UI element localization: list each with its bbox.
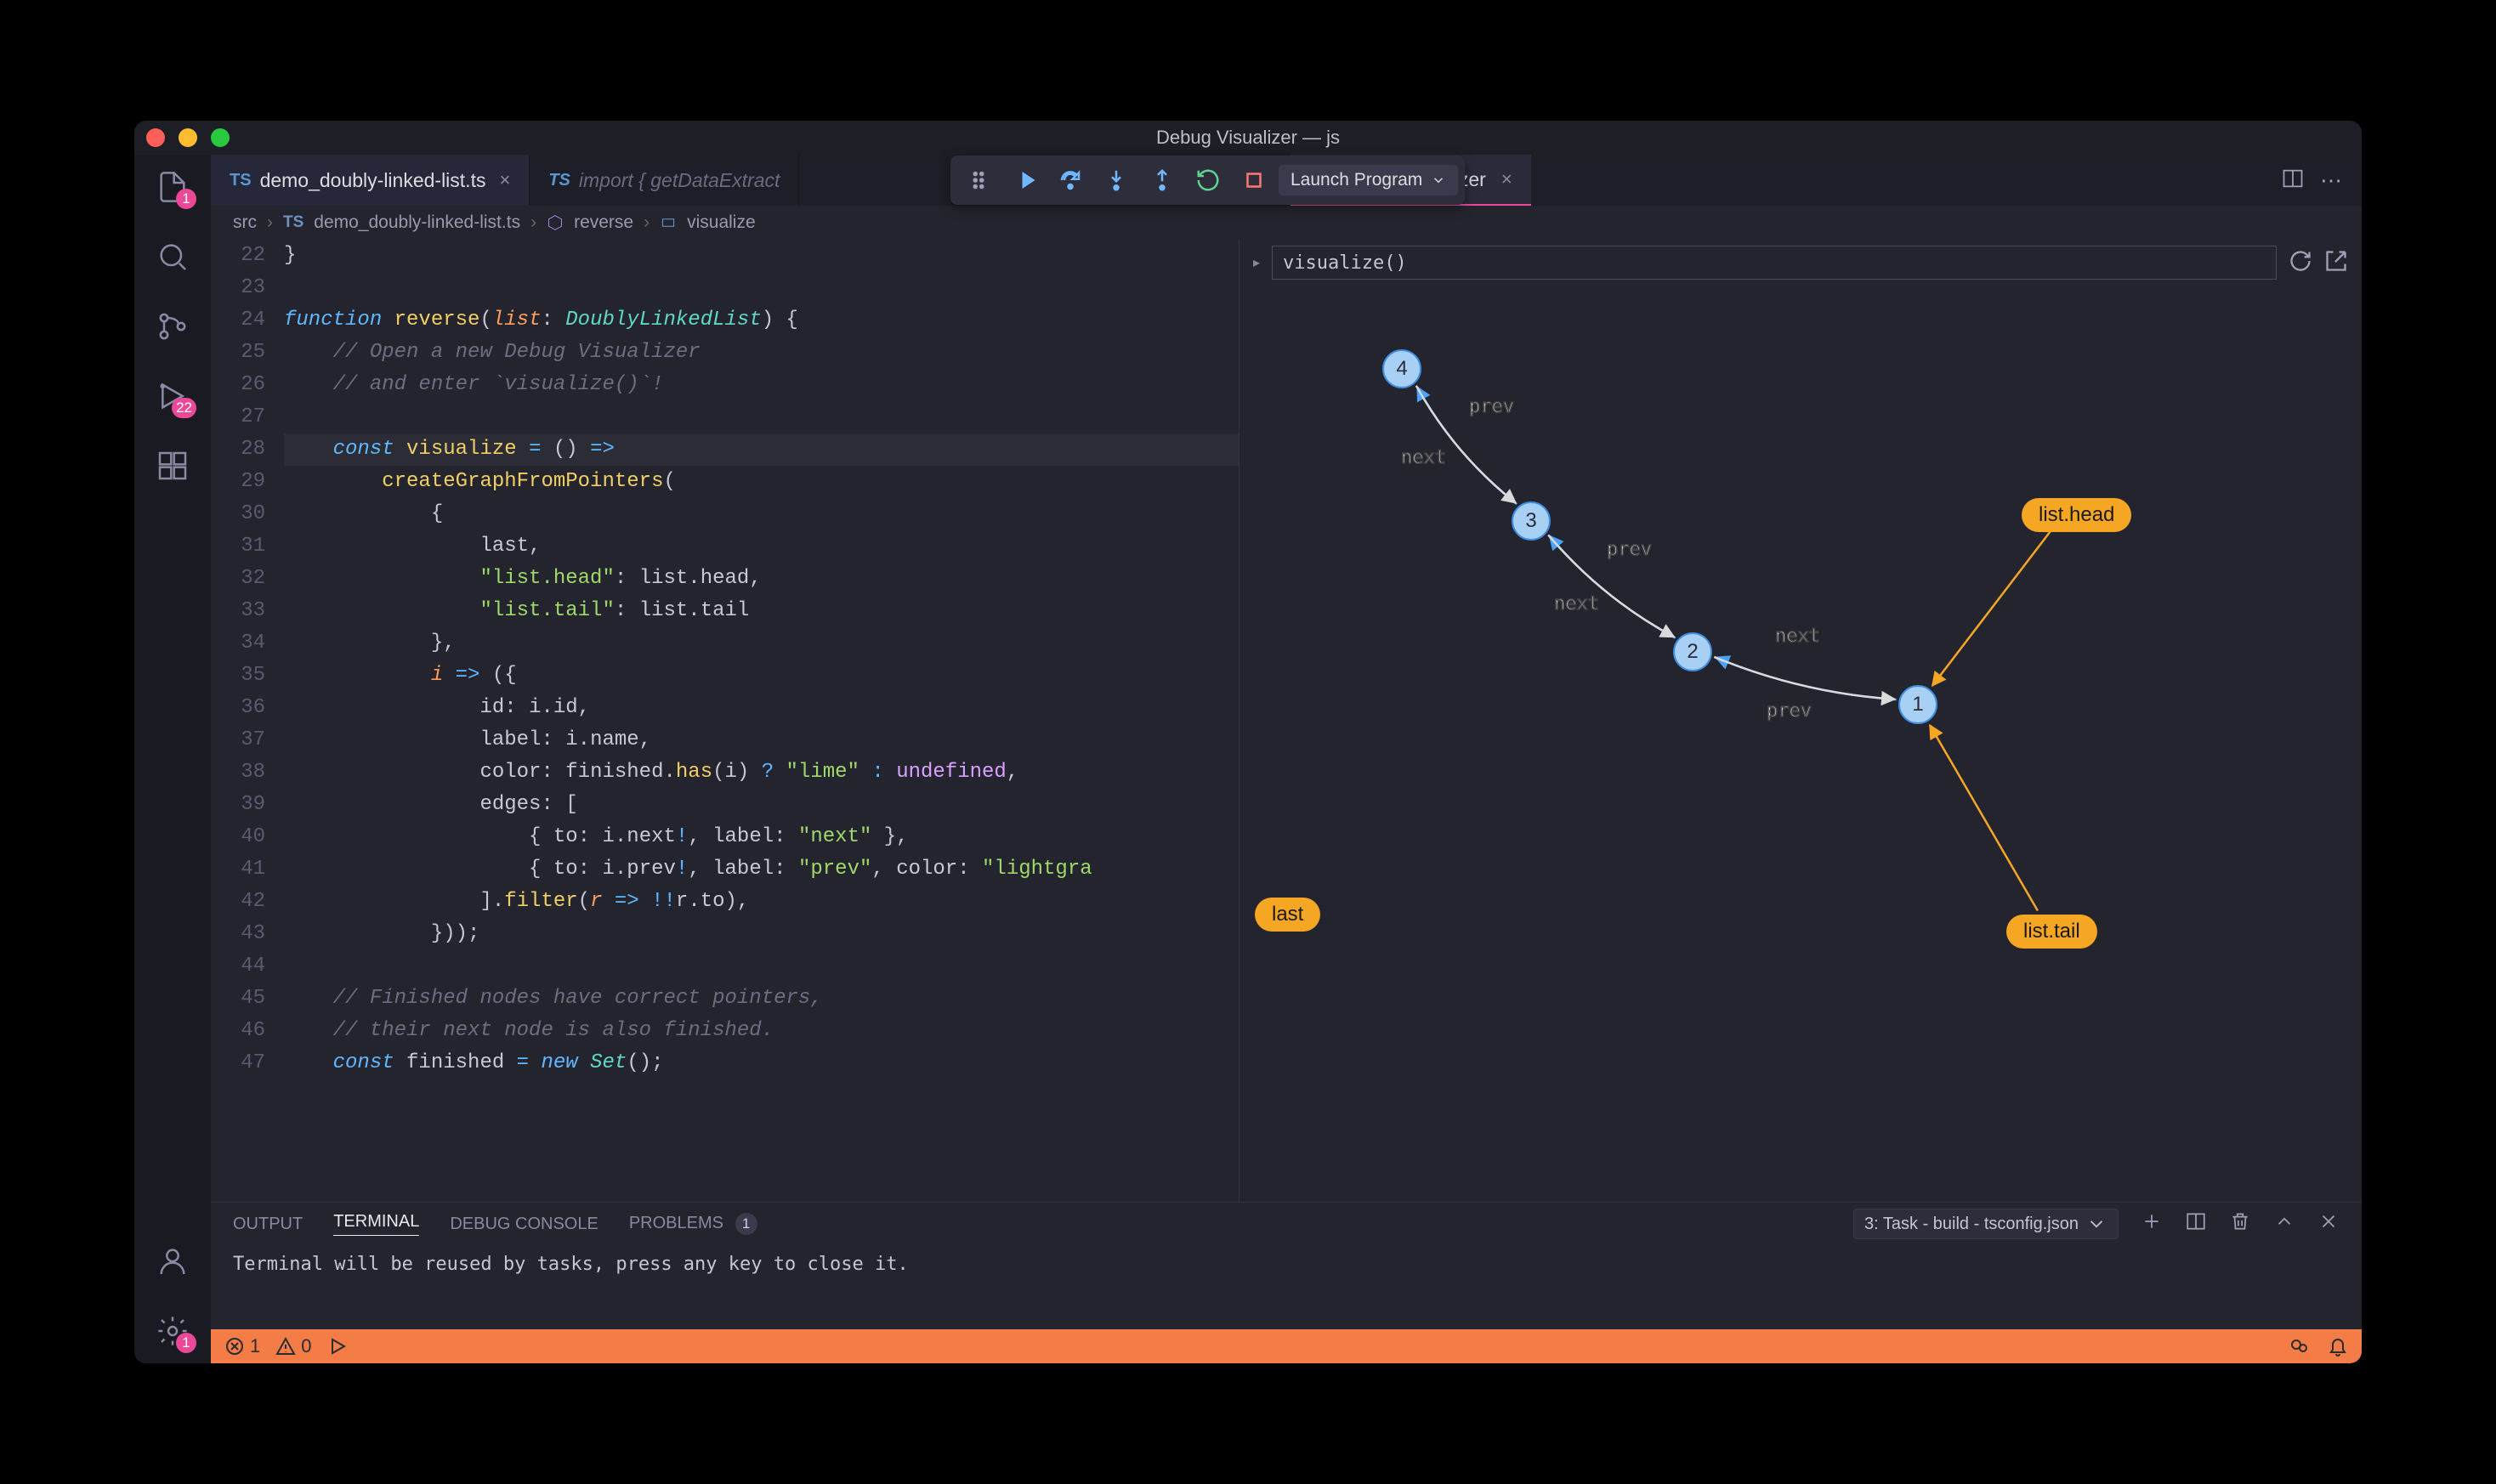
- title-bar: Debug Visualizer — js: [134, 121, 2362, 155]
- source-control-icon[interactable]: [152, 306, 193, 347]
- graph-node[interactable]: 1: [1898, 685, 1937, 724]
- panel-tabs: OUTPUT TERMINAL DEBUG CONSOLE PROBLEMS 1…: [211, 1203, 2362, 1245]
- popout-icon[interactable]: [2324, 249, 2348, 277]
- graph-edges: [1239, 286, 2362, 1202]
- terminal-dropdown[interactable]: 3: Task - build - tsconfig.json: [1853, 1209, 2119, 1239]
- step-out-icon[interactable]: [1141, 161, 1183, 199]
- split-editor-icon[interactable]: [2281, 167, 2305, 195]
- edge-label: next: [1401, 447, 1446, 468]
- account-icon[interactable]: [152, 1241, 193, 1282]
- step-over-icon[interactable]: [1049, 161, 1092, 199]
- line-gutter: 2223242526272829303132333435363738394041…: [211, 240, 284, 1202]
- restart-icon[interactable]: [1187, 161, 1229, 199]
- activity-bar: 1 22 1: [134, 155, 211, 1363]
- close-icon[interactable]: ×: [1501, 168, 1512, 190]
- graph-canvas[interactable]: 4 3 2 1 last list.head list.tail prev next prev ne…: [1239, 286, 2362, 1202]
- panel-tab-terminal[interactable]: TERMINAL: [333, 1212, 419, 1236]
- edge-label: next: [1775, 626, 1820, 647]
- edge-label: prev: [1767, 700, 1812, 722]
- window-body: 1 22 1: [134, 155, 2362, 1363]
- bell-icon[interactable]: [2328, 1336, 2348, 1357]
- debug-config-dropdown[interactable]: Launch Program: [1279, 165, 1458, 195]
- chevron-down-icon: [2085, 1213, 2107, 1235]
- split-terminal-icon[interactable]: [2185, 1210, 2207, 1238]
- continue-icon[interactable]: [1003, 161, 1046, 199]
- breadcrumb[interactable]: src › TS demo_doubly-linked-list.ts › re…: [211, 206, 2362, 240]
- extensions-icon[interactable]: [152, 445, 193, 486]
- zoom-window-button[interactable]: [211, 128, 230, 147]
- settings-badge: 1: [176, 1333, 196, 1353]
- graph-node[interactable]: 2: [1673, 632, 1712, 671]
- status-run[interactable]: [327, 1336, 348, 1357]
- tab-active[interactable]: TS demo_doubly-linked-list.ts ×: [211, 155, 530, 206]
- status-warnings[interactable]: 0: [275, 1335, 311, 1357]
- breadcrumb-item[interactable]: src: [233, 212, 257, 233]
- drag-handle-icon[interactable]: [957, 161, 1000, 199]
- close-panel-icon[interactable]: [2317, 1210, 2340, 1238]
- lang-badge: TS: [548, 171, 570, 190]
- breadcrumb-item[interactable]: visualize: [687, 212, 756, 233]
- bottom-panel: OUTPUT TERMINAL DEBUG CONSOLE PROBLEMS 1…: [211, 1202, 2362, 1329]
- settings-icon[interactable]: 1: [152, 1311, 193, 1351]
- visualizer-toolbar: ▸ visualize(): [1239, 240, 2362, 286]
- close-window-button[interactable]: [146, 128, 165, 147]
- panel-tab-problems[interactable]: PROBLEMS 1: [629, 1213, 757, 1235]
- edge-label: next: [1554, 593, 1599, 615]
- tab-label: demo_doubly-linked-list.ts: [260, 169, 486, 192]
- lang-badge: TS: [230, 171, 252, 190]
- debug-toolbar[interactable]: Launch Program: [950, 156, 1465, 205]
- terminal-output[interactable]: Terminal will be reused by tasks, press …: [211, 1245, 2362, 1329]
- search-icon[interactable]: [152, 236, 193, 277]
- tabs-row: TS demo_doubly-linked-list.ts × TS impor…: [211, 155, 2362, 206]
- expression-input[interactable]: visualize(): [1272, 246, 2277, 280]
- panel-tab-debug-console[interactable]: DEBUG CONSOLE: [450, 1215, 598, 1234]
- panel-tab-output[interactable]: OUTPUT: [233, 1215, 303, 1234]
- minimize-window-button[interactable]: [179, 128, 197, 147]
- graph-node[interactable]: 4: [1382, 349, 1421, 388]
- edge-label: prev: [1607, 539, 1652, 560]
- window: Debug Visualizer — js 1 22: [134, 121, 2362, 1363]
- debug-badge: 22: [172, 398, 196, 418]
- graph-pointer-node[interactable]: list.head: [2022, 498, 2131, 532]
- graph-pointer-node[interactable]: list.tail: [2006, 915, 2097, 949]
- stop-icon[interactable]: [1233, 161, 1275, 199]
- step-into-icon[interactable]: [1095, 161, 1137, 199]
- status-errors[interactable]: 1: [224, 1335, 260, 1357]
- debug-visualizer-panel: ▸ visualize(): [1239, 240, 2362, 1202]
- symbol-variable-icon: [660, 214, 677, 231]
- code-editor[interactable]: 2223242526272829303132333435363738394041…: [211, 240, 1239, 1202]
- symbol-function-icon: [547, 214, 564, 231]
- graph-node[interactable]: 3: [1512, 501, 1551, 541]
- main-area: TS demo_doubly-linked-list.ts × TS impor…: [211, 155, 2362, 1363]
- explorer-icon[interactable]: 1: [152, 167, 193, 207]
- code-content[interactable]: } function reverse(list: DoublyLinkedLis…: [284, 240, 1239, 1202]
- problems-count: 1: [735, 1213, 757, 1235]
- title-actions: ⋯: [2281, 155, 2362, 206]
- expand-icon[interactable]: ▸: [1253, 254, 1260, 271]
- refresh-icon[interactable]: [2289, 249, 2312, 277]
- graph-pointer-node[interactable]: last: [1255, 898, 1320, 932]
- feedback-icon[interactable]: [2289, 1336, 2309, 1357]
- window-title: Debug Visualizer — js: [1156, 127, 1340, 149]
- content-row: 2223242526272829303132333435363738394041…: [211, 240, 2362, 1202]
- debug-icon[interactable]: 22: [152, 376, 193, 416]
- more-icon[interactable]: ⋯: [2320, 167, 2345, 194]
- new-terminal-icon[interactable]: [2141, 1210, 2163, 1238]
- breadcrumb-item[interactable]: reverse: [574, 212, 633, 233]
- status-bar: 1 0: [211, 1329, 2362, 1363]
- chevron-down-icon: [1431, 173, 1446, 188]
- explorer-badge: 1: [176, 189, 196, 209]
- close-icon[interactable]: ×: [499, 169, 510, 191]
- tab-label: import { getDataExtract: [579, 169, 780, 192]
- tab-inactive[interactable]: TS import { getDataExtract: [530, 155, 799, 206]
- breadcrumb-item[interactable]: demo_doubly-linked-list.ts: [314, 212, 520, 233]
- debug-config-label: Launch Program: [1291, 170, 1422, 190]
- kill-terminal-icon[interactable]: [2229, 1210, 2251, 1238]
- window-controls: [146, 128, 230, 147]
- maximize-panel-icon[interactable]: [2273, 1210, 2295, 1238]
- edge-label: prev: [1469, 396, 1514, 417]
